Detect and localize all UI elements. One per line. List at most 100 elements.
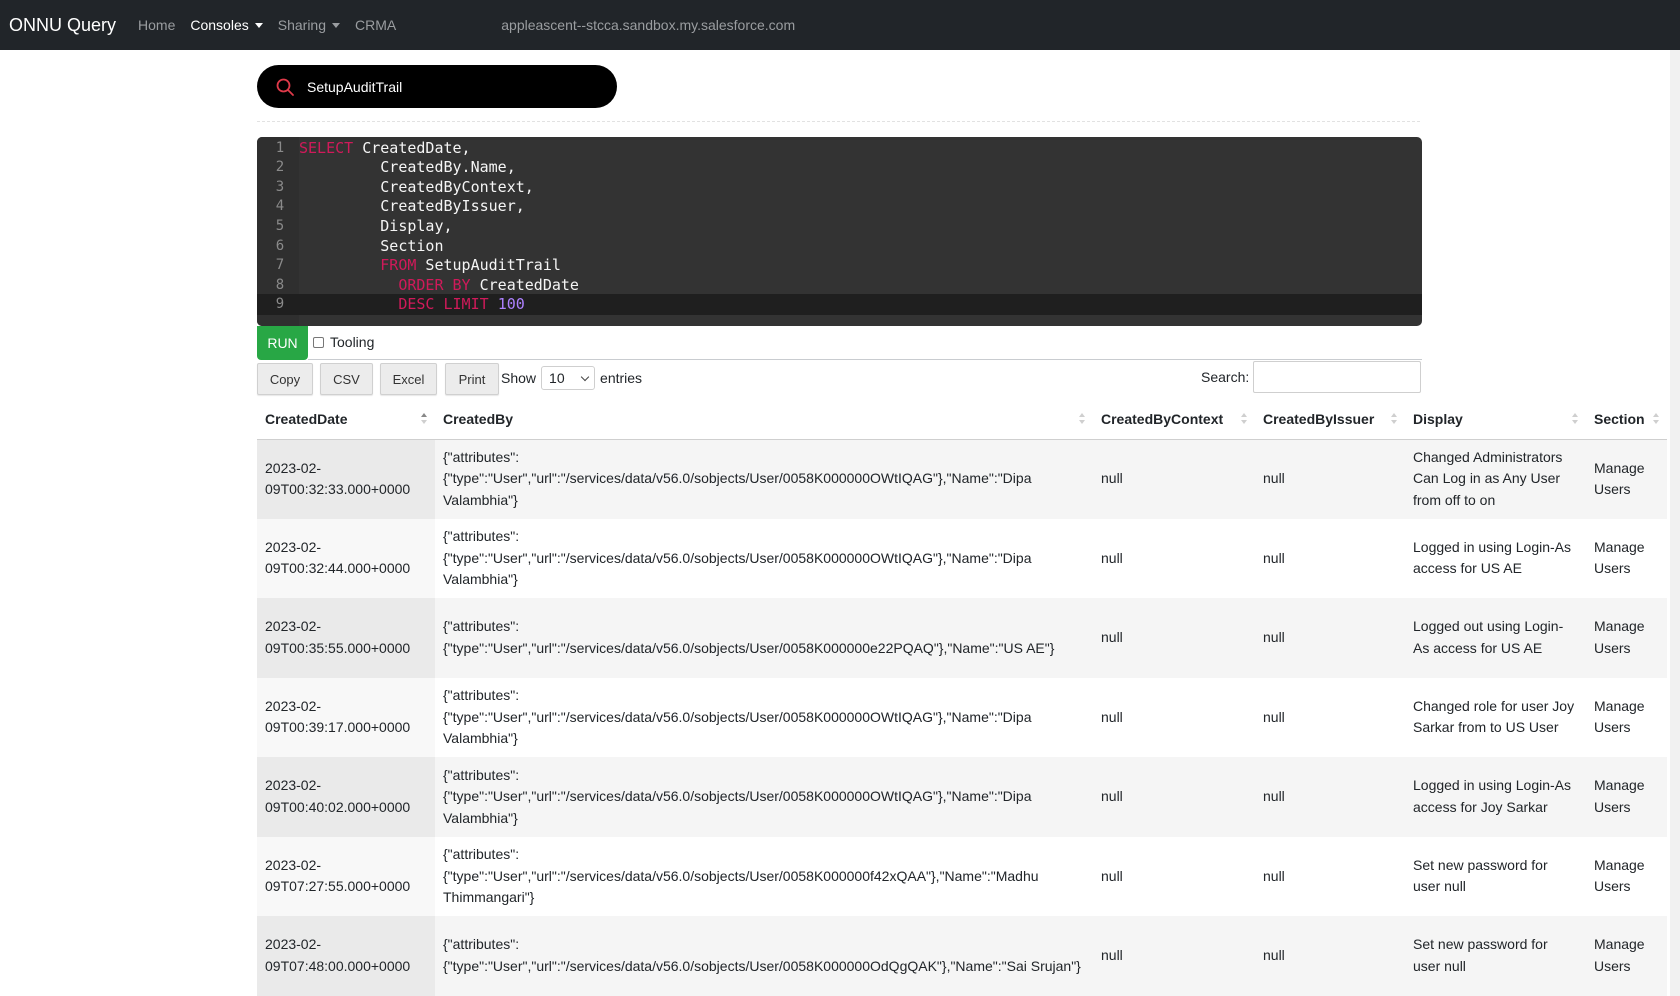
editor-line[interactable]: 7 FROM SetupAuditTrail	[257, 255, 1422, 276]
table-cell-createdbycontext: null	[1101, 867, 1123, 884]
nav-consoles[interactable]: Consoles	[190, 17, 263, 33]
editor-line[interactable]: 5 Display,	[257, 215, 1422, 236]
table-cell-createdbyissuer: null	[1263, 867, 1285, 884]
column-header-section[interactable]: Section	[1586, 399, 1667, 440]
table-cell-createdbyissuer: null	[1255, 757, 1405, 837]
code-text: ORDER BY CreatedDate	[299, 276, 579, 294]
org-hostname: appleascent--stcca.sandbox.my.salesforce…	[501, 17, 796, 33]
line-number: 5	[275, 217, 285, 234]
tooling-checkbox[interactable]	[313, 336, 324, 348]
editor-line[interactable]: 2 CreatedBy.Name,	[257, 157, 1422, 178]
sort-icon	[1572, 413, 1578, 425]
table-cell-createdbycontext: null	[1093, 598, 1255, 678]
soql-editor[interactable]: 1 SELECT CreatedDate, 2 CreatedBy.Name, 3 C…	[257, 137, 1422, 326]
copy-button[interactable]: Copy	[257, 363, 313, 395]
object-search-box[interactable]: SetupAuditTrail	[257, 65, 617, 108]
column-header-label: CreatedBy	[443, 410, 514, 427]
sql-token: CreatedBy.Name,	[299, 158, 516, 177]
line-number: 7	[275, 257, 285, 274]
table-cell-section: Manage Users	[1594, 697, 1645, 736]
table-cell-createddate: 2023-02-09T00:32:44.000+0000	[257, 518, 435, 598]
sort-icon	[1653, 413, 1659, 425]
run-button[interactable]: RUN	[257, 326, 308, 360]
sql-keyword: FROM	[380, 256, 417, 275]
editor-line[interactable]: 8 ORDER BY CreatedDate	[257, 274, 1422, 295]
excel-button[interactable]: Excel	[380, 363, 437, 395]
code-text: Display,	[299, 217, 452, 235]
table-cell-display: Changed Administrators Can Log in as Any…	[1405, 439, 1586, 519]
brand-title[interactable]: ONNU Query	[9, 15, 116, 36]
line-number: 4	[275, 198, 285, 215]
nav-crma-label: CRMA	[355, 17, 397, 33]
code-text: CreatedByContext,	[299, 178, 534, 196]
nav-sharing-label: Sharing	[277, 17, 327, 33]
table-row: 2023-02-09T00:32:44.000+0000 {"attributes…	[257, 518, 1667, 598]
table-cell-section: Manage Users	[1586, 757, 1667, 837]
table-cell-createdbyissuer: null	[1255, 439, 1405, 519]
sql-token: Section	[299, 236, 444, 255]
column-header-label: Display	[1413, 410, 1463, 427]
table-cell-createddate: 2023-02-09T07:48:00.000+0000	[257, 916, 435, 996]
table-row: 2023-02-09T07:27:55.000+0000 {"attributes…	[257, 836, 1667, 916]
nav-consoles-label: Consoles	[190, 17, 249, 33]
table-cell-createdbyissuer: null	[1263, 708, 1285, 725]
sort-icon	[1079, 413, 1085, 425]
code-text: CreatedBy.Name,	[299, 158, 516, 177]
table-row: 2023-02-09T00:40:02.000+0000 {"attributes…	[257, 757, 1667, 837]
tooling-toggle[interactable]: Tooling	[313, 334, 374, 350]
sql-token: CreatedDate,	[353, 138, 471, 157]
nav-sharing[interactable]: Sharing	[277, 17, 341, 33]
editor-line[interactable]: 6 Section	[257, 235, 1422, 256]
editor-line[interactable]: 4 CreatedByIssuer,	[257, 196, 1422, 217]
page-length-control: Show 10 entries	[501, 366, 642, 390]
line-number: 8	[275, 276, 285, 293]
csv-button[interactable]: CSV	[320, 363, 373, 395]
caret-down-icon	[254, 22, 263, 28]
column-header-display[interactable]: Display	[1405, 399, 1586, 440]
table-cell-createdbycontext: null	[1093, 757, 1255, 837]
table-row: 2023-02-09T07:48:00.000+0000 {"attributes…	[257, 916, 1667, 996]
table-cell-createdbyissuer: null	[1255, 598, 1405, 678]
sql-token: CreatedByIssuer,	[299, 197, 525, 216]
code-text: Section	[299, 236, 444, 255]
table-search-input[interactable]	[1253, 361, 1421, 393]
nav-crma[interactable]: CRMA	[355, 17, 396, 33]
search-icon	[276, 78, 294, 96]
nav-home[interactable]: Home	[138, 17, 175, 33]
caret-down-icon	[332, 22, 341, 28]
column-header-createdby[interactable]: CreatedBy	[435, 399, 1093, 440]
sql-token: CreatedDate	[470, 275, 579, 294]
table-cell-section: Manage Users	[1586, 916, 1667, 996]
results-table: CreatedDate CreatedBy CreatedByContext C…	[257, 399, 1667, 996]
table-cell-section: Manage Users	[1586, 598, 1667, 678]
table-cell-createddate: 2023-02-09T00:32:33.000+0000	[257, 439, 435, 519]
column-header-createdbycontext[interactable]: CreatedByContext	[1093, 399, 1255, 440]
table-cell-createddate: 2023-02-09T00:39:17.000+0000	[257, 677, 435, 757]
table-cell-createddate: 2023-02-09T00:35:55.000+0000	[257, 598, 435, 678]
page-scrollbar[interactable]	[1670, 50, 1680, 996]
column-header-createdbyissuer[interactable]: CreatedByIssuer	[1255, 399, 1405, 440]
table-cell-createdby: {"attributes": {"type":"User","url":"/se…	[443, 528, 1032, 587]
object-search-value: SetupAuditTrail	[307, 78, 403, 95]
column-header-createddate[interactable]: CreatedDate	[257, 399, 435, 440]
table-row: 2023-02-09T00:32:33.000+0000 {"attributes…	[257, 439, 1667, 519]
print-button[interactable]: Print	[445, 363, 499, 395]
editor-line[interactable]: 3 CreatedByContext,	[257, 176, 1422, 197]
table-header-row: CreatedDate CreatedBy CreatedByContext C…	[257, 399, 1667, 440]
table-row: 2023-02-09T00:35:55.000+0000 {"attributes…	[257, 598, 1667, 678]
table-cell-section: Manage Users	[1586, 439, 1667, 519]
editor-line[interactable]: 1 SELECT CreatedDate,	[257, 137, 1422, 158]
editor-line[interactable]: 9 DESC LIMIT 100	[257, 293, 1422, 315]
table-search-label: Search:	[1201, 369, 1250, 385]
sql-token: SetupAuditTrail	[416, 256, 561, 275]
table-cell-createdbycontext: null	[1093, 916, 1255, 996]
table-cell-createdbyissuer: null	[1263, 549, 1285, 566]
table-cell-createdby: {"attributes": {"type":"User","url":"/se…	[435, 757, 1093, 837]
table-cell-createdby: {"attributes": {"type":"User","url":"/se…	[435, 916, 1093, 996]
entries-select[interactable]: 10	[541, 366, 596, 390]
table-cell-createdby: {"attributes": {"type":"User","url":"/se…	[443, 687, 1032, 746]
table-cell-createdby: {"attributes": {"type":"User","url":"/se…	[443, 846, 1039, 905]
table-cell-section: Manage Users	[1594, 856, 1645, 895]
